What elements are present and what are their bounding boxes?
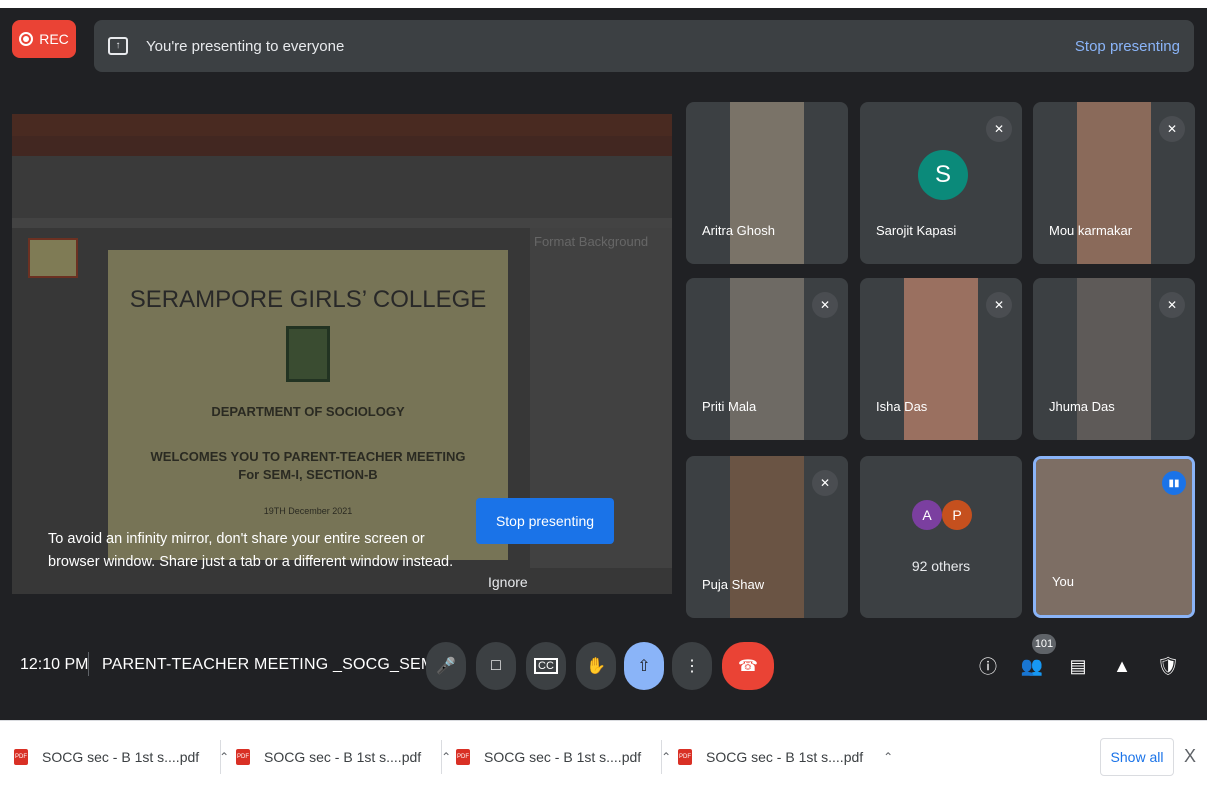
ignore-button[interactable]: Ignore xyxy=(488,574,528,590)
hand-icon: ✋ xyxy=(586,658,606,675)
download-filename: SOCG sec - B 1st s....pdf xyxy=(484,749,642,765)
pdf-icon: PDF xyxy=(236,749,250,765)
present-screen-icon: ⇧ xyxy=(637,658,651,675)
participant-video xyxy=(730,456,804,618)
host-controls-icon[interactable]: 🛡 xyxy=(1154,652,1182,680)
participant-name: Aritra Ghosh xyxy=(702,223,775,238)
participant-name: Puja Shaw xyxy=(702,577,765,592)
participant-tile[interactable]: ✕ Priti Mala xyxy=(686,278,848,440)
avatar: S xyxy=(918,150,968,200)
mic-muted-icon: ✕ xyxy=(812,292,838,318)
chevron-up-icon[interactable]: ⌃ xyxy=(441,750,451,764)
participant-name: Priti Mala xyxy=(702,399,757,414)
divider xyxy=(88,652,89,676)
participant-video xyxy=(904,278,978,440)
microphone-button[interactable]: 🎤 xyxy=(426,642,466,690)
download-filename: SOCG sec - B 1st s....pdf xyxy=(264,749,422,765)
presenting-banner: ↑ You're presenting to everyone Stop pre… xyxy=(94,20,1194,72)
microphone-icon: 🎤 xyxy=(436,658,456,675)
present-button[interactable]: ⇧ xyxy=(624,642,664,690)
chevron-up-icon[interactable]: ⌃ xyxy=(661,750,671,764)
others-tile[interactable]: A P 92 others xyxy=(860,456,1022,618)
self-tile[interactable]: ▮▮ You xyxy=(1033,456,1195,618)
rec-label: REC xyxy=(39,31,69,47)
participant-tile[interactable]: ✕ Puja Shaw xyxy=(686,456,848,618)
participant-name: Mou karmakar xyxy=(1049,223,1133,238)
participant-name: Sarojit Kapasi xyxy=(876,223,957,238)
camera-button[interactable]: □ xyxy=(476,642,516,690)
people-icon[interactable]: 👥 xyxy=(1018,652,1046,680)
mic-muted-icon: ✕ xyxy=(812,470,838,496)
presenting-message: You're presenting to everyone xyxy=(146,37,345,55)
mic-muted-icon: ✕ xyxy=(986,116,1012,142)
participant-name: You xyxy=(1052,574,1074,589)
pdf-icon: PDF xyxy=(456,749,470,765)
recording-indicator[interactable]: REC xyxy=(12,20,76,58)
stop-presenting-link[interactable]: Stop presenting xyxy=(1075,38,1180,55)
download-filename: SOCG sec - B 1st s....pdf xyxy=(42,749,200,765)
divider xyxy=(441,740,442,774)
others-count: 92 others xyxy=(911,558,971,574)
pdf-icon: PDF xyxy=(678,749,692,765)
mic-muted-icon: ✕ xyxy=(986,292,1012,318)
download-item[interactable]: PDF SOCG sec - B 1st s....pdf ⌃ xyxy=(678,746,893,768)
speaking-indicator-icon: ▮▮ xyxy=(1162,471,1186,495)
participant-video xyxy=(730,102,804,264)
mic-muted-icon: ✕ xyxy=(1159,292,1185,318)
participant-video xyxy=(1077,102,1151,264)
meeting-time: 12:10 PM xyxy=(20,656,89,673)
download-item[interactable]: PDF SOCG sec - B 1st s....pdf ⌃ xyxy=(236,746,451,768)
participant-video xyxy=(1077,278,1151,440)
meeting-info-icon[interactable]: ⓘ xyxy=(974,652,1002,680)
raise-hand-button[interactable]: ✋ xyxy=(576,642,616,690)
chat-icon[interactable]: ▤ xyxy=(1064,652,1092,680)
camera-icon: □ xyxy=(491,657,501,674)
download-item[interactable]: PDF SOCG sec - B 1st s....pdf ⌃ xyxy=(14,746,229,768)
pdf-icon: PDF xyxy=(14,749,28,765)
more-vert-icon: ⋮ xyxy=(684,658,700,675)
captions-button[interactable]: CC xyxy=(526,642,566,690)
more-options-button[interactable]: ⋮ xyxy=(672,642,712,690)
participant-tile[interactable]: ✕ Mou karmakar xyxy=(1033,102,1195,264)
activities-icon[interactable]: ▲ xyxy=(1108,652,1136,680)
people-count-badge: 101 xyxy=(1032,634,1056,654)
infinity-mirror-warning: To avoid an infinity mirror, don't share… xyxy=(48,531,454,570)
end-call-icon: ☎ xyxy=(738,658,758,675)
participant-name: Jhuma Das xyxy=(1049,399,1115,414)
divider xyxy=(220,740,221,774)
avatar: A xyxy=(912,500,942,530)
participant-tile[interactable]: ✕ Jhuma Das xyxy=(1033,278,1195,440)
stop-presenting-button[interactable]: Stop presenting xyxy=(476,498,614,544)
participant-tile[interactable]: ✕ Isha Das xyxy=(860,278,1022,440)
mic-muted-icon: ✕ xyxy=(1159,116,1185,142)
record-icon xyxy=(19,32,34,46)
divider xyxy=(661,740,662,774)
participant-video xyxy=(730,278,804,440)
captions-icon: CC xyxy=(534,658,558,674)
participant-tile[interactable]: S ✕ Sarojit Kapasi xyxy=(860,102,1022,264)
avatar: P xyxy=(942,500,972,530)
meeting-title: PARENT-TEACHER MEETING _SOCG_SEM... xyxy=(102,656,449,673)
download-item[interactable]: PDF SOCG sec - B 1st s....pdf ⌃ xyxy=(456,746,671,768)
close-downloads-button[interactable]: X xyxy=(1184,746,1196,767)
participant-tile[interactable]: Aritra Ghosh xyxy=(686,102,848,264)
chevron-up-icon[interactable]: ⌃ xyxy=(883,750,893,764)
download-filename: SOCG sec - B 1st s....pdf xyxy=(706,749,864,765)
leave-call-button[interactable]: ☎ xyxy=(722,642,774,690)
present-screen-icon: ↑ xyxy=(108,37,128,55)
show-all-downloads-button[interactable]: Show all xyxy=(1100,738,1174,776)
participant-name: Isha Das xyxy=(876,399,928,414)
